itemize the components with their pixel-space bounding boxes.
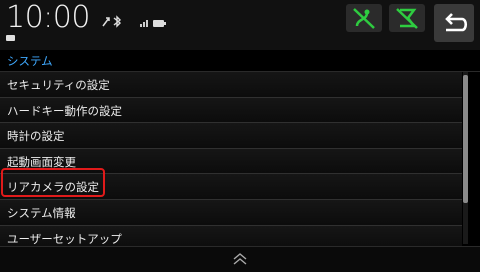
menu-item-hardkey[interactable]: ハードキー動作の設定 bbox=[0, 97, 462, 124]
status-bar: 10:00 bbox=[0, 0, 480, 50]
settings-menu-list: セキュリティの設定 ハードキー動作の設定 時計の設定 起動画面変更 リアカメラの… bbox=[0, 72, 462, 252]
selection-highlight bbox=[1, 168, 105, 197]
menu-item-clock[interactable]: 時計の設定 bbox=[0, 123, 462, 149]
route-off-icon bbox=[353, 8, 375, 29]
menu-item-system-info[interactable]: システム情報 bbox=[0, 199, 462, 226]
breadcrumb: システム bbox=[7, 54, 53, 68]
clock-indicator bbox=[6, 35, 15, 41]
signal-battery-icon bbox=[140, 20, 166, 27]
menu-item-label: ユーザーセットアップ bbox=[7, 231, 122, 246]
back-arrow-icon bbox=[445, 13, 468, 32]
clock: 10:00 bbox=[6, 0, 90, 35]
menu-item-label: ハードキー動作の設定 bbox=[7, 103, 122, 118]
bluetooth-icon bbox=[102, 15, 122, 28]
chevron-up-icon bbox=[233, 253, 247, 265]
menu-item-security[interactable]: セキュリティの設定 bbox=[0, 72, 462, 98]
voice-off-icon bbox=[396, 8, 418, 29]
back-button[interactable] bbox=[434, 4, 474, 42]
menu-item-label: 時計の設定 bbox=[7, 129, 65, 144]
menu-item-label: システム情報 bbox=[7, 205, 76, 220]
route-off-button[interactable] bbox=[346, 4, 382, 32]
menu-item-label: セキュリティの設定 bbox=[7, 78, 110, 92]
scrollbar-thumb[interactable] bbox=[463, 75, 468, 203]
scroll-up-bar[interactable] bbox=[0, 246, 480, 272]
voice-off-button[interactable] bbox=[389, 4, 425, 32]
